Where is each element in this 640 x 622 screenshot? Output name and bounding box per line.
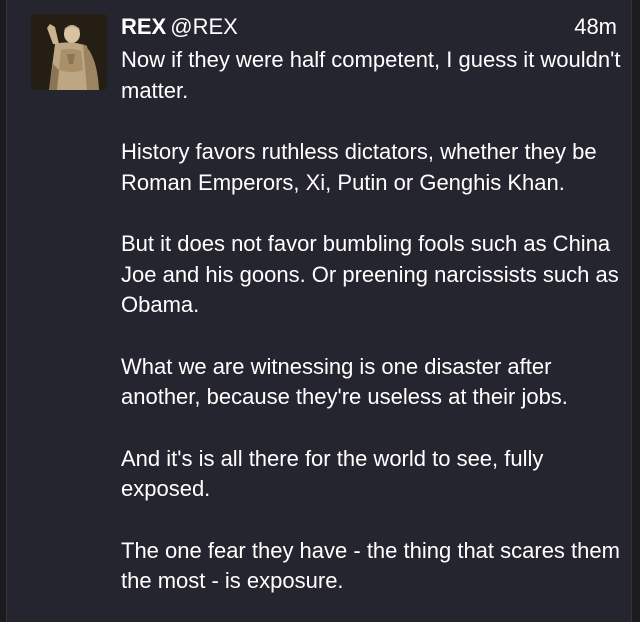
avatar[interactable] — [31, 14, 107, 90]
post-paragraph: The one fear they have - the thing that … — [121, 537, 620, 594]
post-paragraph: But it does not favor bumbling fools suc… — [121, 231, 619, 317]
author-handle[interactable]: @REX — [170, 14, 238, 39]
author-name[interactable]: REX — [121, 14, 166, 39]
post-paragraph: History favors ruthless dictators, wheth… — [121, 139, 597, 195]
post-body: Now if they were half competent, I guess… — [121, 45, 621, 597]
post-paragraph: And it's is all there for the world to s… — [121, 445, 544, 502]
post-paragraph: Now if they were half competent, I guess… — [121, 47, 621, 103]
timestamp[interactable]: 48m — [574, 12, 617, 42]
post-header: REX @REX 48m — [121, 12, 617, 42]
post-paragraph: What we are witnessing is one disaster a… — [121, 353, 568, 410]
statue-avatar-icon — [31, 14, 107, 90]
post-card[interactable]: REX @REX 48m Now if they were half compet… — [6, 0, 632, 622]
